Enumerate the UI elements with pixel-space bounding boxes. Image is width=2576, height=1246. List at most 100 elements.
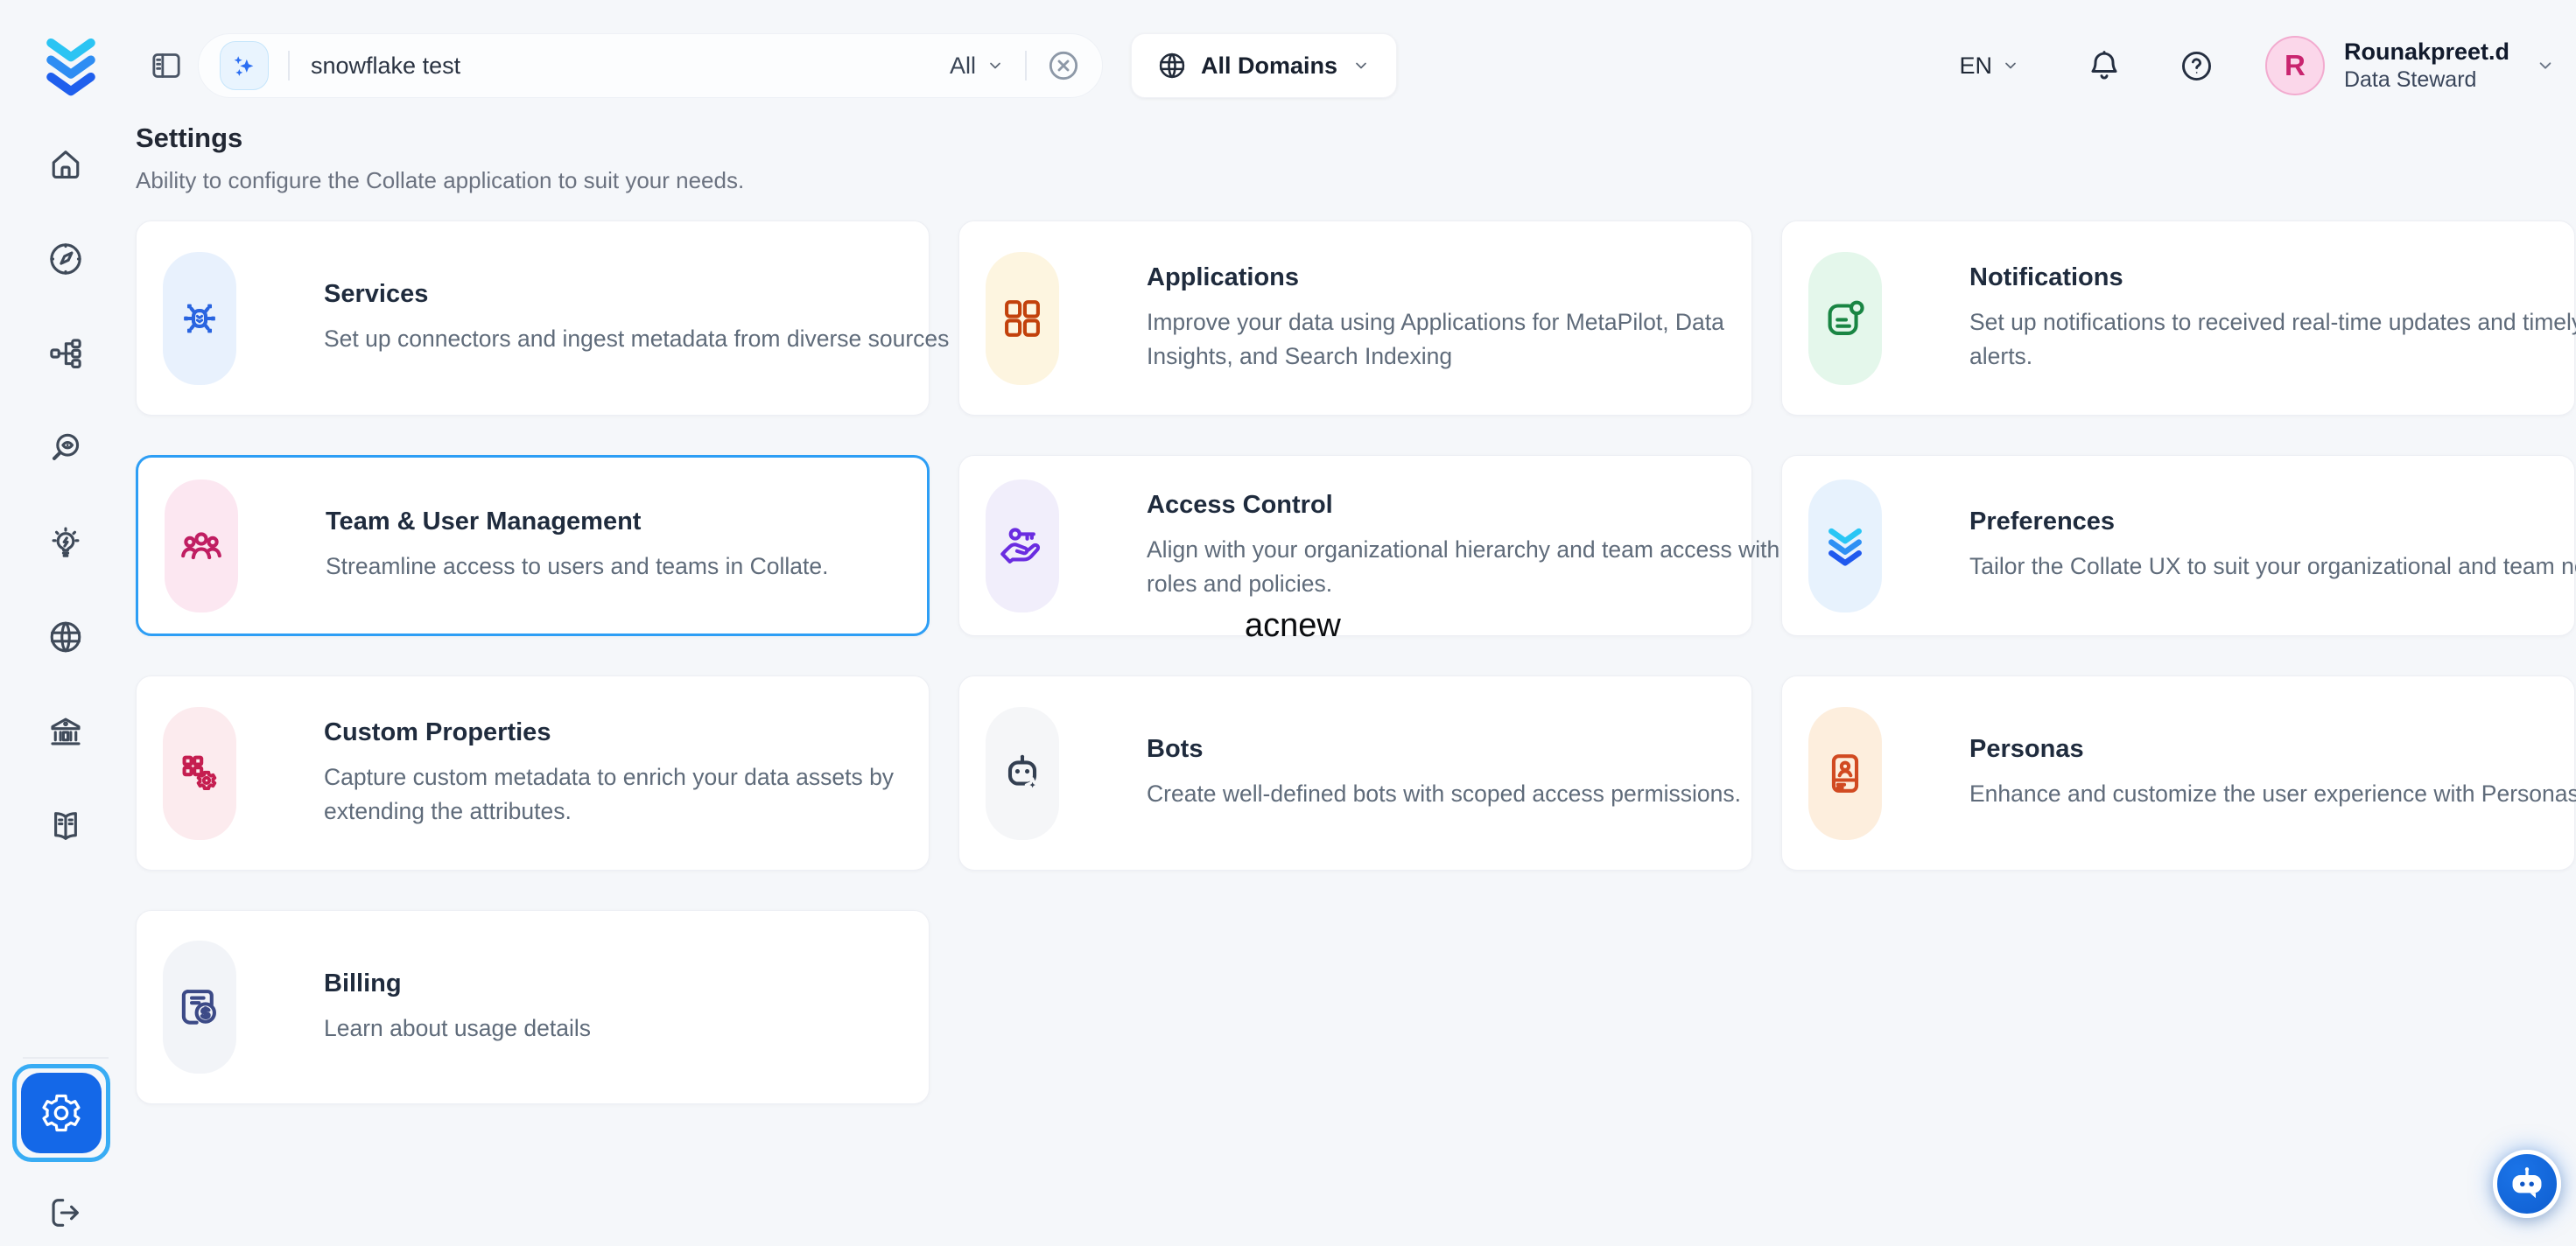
sidebar-item-home[interactable] <box>46 145 85 184</box>
language-label: EN <box>1959 52 1992 80</box>
card-description: Set up connectors and ingest metadata fr… <box>324 322 987 356</box>
notification-card-icon <box>1820 293 1871 344</box>
language-selector[interactable]: EN <box>1959 52 2021 80</box>
sidebar-toggle-icon[interactable] <box>149 48 184 83</box>
flow-icon <box>46 334 85 373</box>
user-name: Rounakpreet.d <box>2344 38 2509 67</box>
bots-icon-tile <box>986 707 1059 840</box>
custom-properties-icon-tile <box>163 707 236 840</box>
search-scope-dropdown[interactable]: All <box>950 52 1006 80</box>
settings-card-team-user-management[interactable]: Team & User ManagementStreamline access … <box>136 455 930 636</box>
card-description: Enhance and customize the user experienc… <box>1969 777 2576 811</box>
settings-card-preferences[interactable]: Preferences Tailor the Collate UX to suit… <box>1781 455 2575 636</box>
book-icon <box>46 807 85 845</box>
card-title: Custom Properties <box>324 718 987 747</box>
user-info[interactable]: Rounakpreet.d Data Steward <box>2344 38 2509 94</box>
search-divider <box>1025 51 1027 80</box>
services-icon <box>174 293 225 344</box>
sidebar-divider <box>23 1057 109 1059</box>
team-people-icon <box>176 521 227 571</box>
ai-sparkle-icon[interactable] <box>220 41 269 90</box>
personas-icon-tile <box>1808 707 1882 840</box>
global-search-bar[interactable]: All <box>198 33 1103 98</box>
help-icon[interactable] <box>2179 48 2215 84</box>
settings-card-notifications[interactable]: Notifications Set up notifications to rec… <box>1781 220 2575 416</box>
globe-icon <box>1156 50 1188 81</box>
apps-grid-icon <box>997 293 1048 344</box>
access-control-icon-tile <box>986 480 1059 612</box>
sidebar-item-logout[interactable] <box>46 1194 85 1232</box>
card-description: Set up notifications to received real-ti… <box>1969 305 2576 374</box>
card-description: Improve your data using Applications for… <box>1147 305 1810 374</box>
gear-icon <box>39 1090 84 1136</box>
chat-assistant-button[interactable] <box>2493 1150 2561 1218</box>
sidebar-item-domains[interactable] <box>46 618 85 656</box>
topbar: All All Domains EN R Rounakpreet.d Data … <box>0 0 2576 131</box>
card-title: Preferences <box>1969 508 2576 536</box>
chat-bot-icon <box>2504 1161 2550 1207</box>
home-icon <box>46 145 85 184</box>
sidebar-item-insights[interactable] <box>46 523 85 562</box>
settings-cards-grid: Services Set up connectors and ingest met… <box>136 220 2576 1104</box>
card-title: Personas <box>1969 735 2576 764</box>
page-title: Settings <box>136 122 2576 154</box>
chevron-down-icon <box>2000 55 2021 76</box>
layers-icon <box>1820 521 1871 571</box>
bulb-icon <box>46 523 85 562</box>
sidebar-item-explore[interactable] <box>46 240 85 278</box>
hand-key-icon <box>997 521 1048 571</box>
topbar-right: EN R Rounakpreet.d Data Steward <box>1959 36 2557 95</box>
user-menu-chevron-icon[interactable] <box>2534 54 2557 77</box>
sidebar-item-governance[interactable] <box>46 712 85 751</box>
left-sidebar <box>0 131 131 1246</box>
search-divider <box>288 51 290 80</box>
settings-card-applications[interactable]: ApplicationsImprove your data using Appl… <box>958 220 1752 416</box>
compass-icon <box>46 240 85 278</box>
notifications-bell-icon[interactable] <box>2086 47 2123 84</box>
sidebar-item-settings[interactable] <box>12 1064 110 1162</box>
card-title: Access Control <box>1147 491 1810 520</box>
card-description: Capture custom metadata to enrich your d… <box>324 760 987 829</box>
settings-card-billing[interactable]: BillingLearn about usage details <box>136 910 930 1104</box>
search-input[interactable] <box>309 52 950 80</box>
globe-icon <box>46 618 85 656</box>
chevron-down-icon <box>985 55 1006 76</box>
sidebar-item-data-flow[interactable] <box>46 334 85 373</box>
card-description: Align with your organizational hierarchy… <box>1147 533 1810 601</box>
card-title: Billing <box>324 970 987 998</box>
card-title: Team & User Management <box>326 508 989 536</box>
collate-logo-icon <box>37 30 105 102</box>
sidebar-item-observability[interactable] <box>46 429 85 467</box>
billing-icon-tile <box>163 941 236 1074</box>
services-icon-tile <box>163 252 236 385</box>
settings-card-bots[interactable]: BotsCreate well-defined bots with scoped… <box>958 676 1752 871</box>
card-description: Learn about usage details <box>324 1012 987 1046</box>
user-avatar[interactable]: R <box>2265 36 2325 95</box>
clear-search-icon[interactable] <box>1046 48 1081 83</box>
notifications-icon-tile <box>1808 252 1882 385</box>
settings-card-custom-properties[interactable]: Custom PropertiesCapture custom metadata… <box>136 676 930 871</box>
bot-icon <box>997 748 1048 799</box>
search-scope-label: All <box>950 52 976 80</box>
sidebar-item-glossary[interactable] <box>46 807 85 845</box>
card-title: Notifications <box>1969 263 2576 292</box>
billing-receipt-icon <box>174 982 225 1032</box>
settings-card-access-control[interactable]: Access ControlAlign with your organizati… <box>958 455 1752 636</box>
settings-page: Settings Ability to configure the Collat… <box>136 122 2576 1104</box>
card-description: Tailor the Collate UX to suit your organ… <box>1969 550 2576 584</box>
card-title: Services <box>324 280 987 309</box>
card-title: Applications <box>1147 263 1810 292</box>
chevron-down-icon <box>1351 55 1372 76</box>
applications-icon-tile <box>986 252 1059 385</box>
settings-card-personas[interactable]: Personas Enhance and customize the user e… <box>1781 676 2575 871</box>
team-user-management-icon-tile <box>165 480 238 612</box>
card-description: Create well-defined bots with scoped acc… <box>1147 777 1810 811</box>
settings-card-services[interactable]: ServicesSet up connectors and ingest met… <box>136 220 930 416</box>
persona-card-icon <box>1820 748 1871 799</box>
card-description: Streamline access to users and teams in … <box>326 550 989 584</box>
bank-icon <box>46 712 85 751</box>
search-eye-icon <box>46 429 85 467</box>
user-role: Data Steward <box>2344 66 2509 94</box>
card-title: Bots <box>1147 735 1810 764</box>
domains-filter-button[interactable]: All Domains <box>1131 33 1397 98</box>
